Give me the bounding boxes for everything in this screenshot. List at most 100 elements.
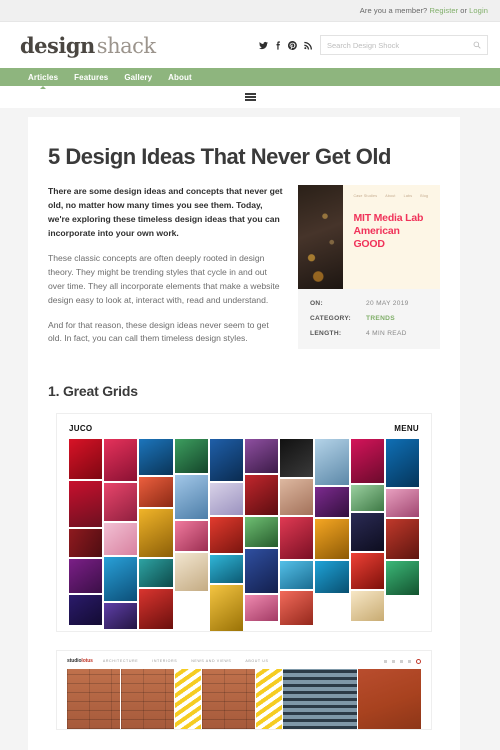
juco-photo-tile[interactable]	[209, 555, 243, 584]
juco-photo-tile[interactable]	[315, 561, 349, 594]
juco-photo-tile[interactable]	[280, 561, 314, 590]
juco-photo-tile[interactable]	[315, 487, 349, 518]
juco-photo-tile[interactable]	[174, 439, 208, 474]
login-link[interactable]: Login	[469, 6, 488, 15]
hero-image-chevron-2	[255, 669, 282, 730]
mini-nav-item-about: About	[385, 194, 396, 199]
twitter-icon	[392, 659, 395, 663]
article-intro: There are some design ideas and concepts…	[48, 185, 440, 357]
pinterest-icon[interactable]	[288, 40, 297, 50]
juco-photo-tile[interactable]	[244, 517, 279, 548]
figure-studiolotus[interactable]: studiolotus ARCHITECTURE INTERIORS NEWS …	[56, 650, 432, 731]
juco-photo-tile[interactable]	[385, 519, 419, 560]
hamburger-icon[interactable]	[244, 92, 256, 103]
search-icon	[416, 658, 421, 664]
page-title: 5 Design Ideas That Never Get Old	[48, 144, 391, 169]
juco-photo-tile[interactable]	[244, 475, 279, 516]
juco-photo-tile[interactable]	[104, 439, 138, 482]
juco-photo-tile[interactable]	[209, 483, 243, 516]
juco-photo-tile[interactable]	[139, 439, 173, 476]
preview-headline: MIT Media Lab American GOOD	[353, 212, 432, 251]
juco-photo-tile[interactable]	[280, 591, 314, 626]
juco-logo: JUCO	[69, 424, 93, 434]
juco-photo-tile[interactable]	[174, 475, 208, 520]
juco-photo-tile[interactable]	[280, 479, 314, 516]
juco-photo-grid	[69, 439, 419, 632]
juco-photo-tile[interactable]	[280, 517, 314, 560]
meta-value-length: 4 MIN READ	[366, 330, 407, 338]
juco-photo-tile[interactable]	[69, 595, 103, 626]
preview-mini-nav: Case Studies About Labs Blog	[353, 194, 432, 198]
juco-photo-tile[interactable]	[174, 553, 208, 592]
juco-photo-tile[interactable]	[69, 529, 103, 558]
hero-image-chevron-1	[174, 669, 201, 730]
nav-item-about[interactable]: About	[168, 73, 192, 82]
nav-item-articles[interactable]: Articles	[28, 73, 58, 82]
juco-photo-tile[interactable]	[244, 439, 279, 474]
studiolotus-logo-prefix: studio	[67, 658, 82, 665]
featured-preview[interactable]: Case Studies About Labs Blog MIT Media L…	[298, 185, 440, 290]
body-paragraph-2: And for that reason, these design ideas …	[48, 319, 269, 344]
meta-row-date: ON: 20 MAY 2019	[310, 300, 428, 307]
juco-photo-tile[interactable]	[209, 517, 243, 554]
nav-item-features[interactable]: Features	[74, 73, 108, 82]
masthead: designshack	[0, 22, 500, 68]
hero-image-brick-2	[120, 669, 174, 730]
juco-photo-tile[interactable]	[385, 439, 419, 488]
juco-photo-tile[interactable]	[244, 595, 279, 622]
juco-photo-tile[interactable]	[350, 485, 384, 512]
juco-photo-tile[interactable]	[209, 439, 243, 482]
juco-photo-tile[interactable]	[69, 481, 103, 528]
juco-photo-tile[interactable]	[280, 439, 314, 478]
meta-label-on: ON:	[310, 300, 323, 308]
search-box[interactable]	[320, 35, 488, 55]
juco-photo-tile[interactable]	[350, 591, 384, 622]
juco-photo-tile[interactable]	[315, 519, 349, 560]
figure-juco[interactable]: JUCO MENU	[56, 413, 432, 633]
hero-image-brick-1	[67, 669, 120, 730]
rss-icon[interactable]	[304, 41, 312, 50]
studiolotus-hero-strip	[67, 669, 421, 730]
juco-photo-tile[interactable]	[104, 603, 138, 630]
meta-label-category: CATEGORY:	[310, 315, 352, 323]
juco-photo-tile[interactable]	[350, 553, 384, 590]
body-paragraph-1: These classic concepts are often deeply …	[48, 252, 280, 305]
juco-photo-tile[interactable]	[174, 521, 208, 552]
juco-photo-tile[interactable]	[104, 483, 138, 522]
juco-photo-tile[interactable]	[139, 477, 173, 508]
juco-photo-tile[interactable]	[350, 513, 384, 552]
juco-photo-tile[interactable]	[139, 559, 173, 588]
secondary-bar	[0, 86, 500, 108]
nav-item-gallery[interactable]: Gallery	[124, 73, 152, 82]
register-link[interactable]: Register	[430, 6, 459, 15]
juco-photo-tile[interactable]	[69, 559, 103, 594]
juco-photo-tile[interactable]	[69, 439, 103, 480]
meta-value-category[interactable]: TRENDS	[366, 315, 395, 322]
juco-photo-tile[interactable]	[385, 561, 419, 596]
juco-photo-tile[interactable]	[104, 523, 138, 556]
facebook-icon[interactable]	[275, 40, 281, 50]
mini-nav-item-labs: Labs	[403, 194, 413, 199]
studiolotus-nav-interiors: INTERIORS	[152, 659, 178, 664]
juco-photo-tile[interactable]	[209, 585, 243, 632]
juco-photo-tile[interactable]	[315, 439, 349, 486]
search-icon[interactable]	[473, 41, 481, 49]
studiolotus-nav: ARCHITECTURE INTERIORS NEWS AND VIEWS AB…	[103, 659, 269, 663]
juco-photo-tile[interactable]	[244, 549, 279, 594]
studiolotus-nav-architecture: ARCHITECTURE	[102, 659, 139, 664]
lead-paragraph: There are some design ideas and concepts…	[48, 186, 283, 238]
meta-value-date: 20 MAY 2019	[366, 300, 409, 308]
juco-photo-tile[interactable]	[350, 439, 384, 484]
preview-headline-line-2: American	[353, 225, 400, 238]
juco-photo-tile[interactable]	[139, 509, 173, 558]
juco-photo-tile[interactable]	[104, 557, 138, 602]
search-input[interactable]	[327, 40, 473, 50]
juco-photo-tile[interactable]	[139, 589, 173, 630]
meta-label-length: LENGTH:	[310, 330, 342, 338]
article-meta: ON: 20 MAY 2019 CATEGORY: TRENDS LENGTH:…	[298, 289, 440, 350]
article-sidebar: Case Studies About Labs Blog MIT Media L…	[298, 185, 440, 357]
mini-nav-item-blog: Blog	[420, 194, 429, 199]
juco-photo-tile[interactable]	[385, 489, 419, 518]
site-logo[interactable]: designshack	[20, 33, 156, 58]
twitter-icon[interactable]	[259, 41, 268, 50]
